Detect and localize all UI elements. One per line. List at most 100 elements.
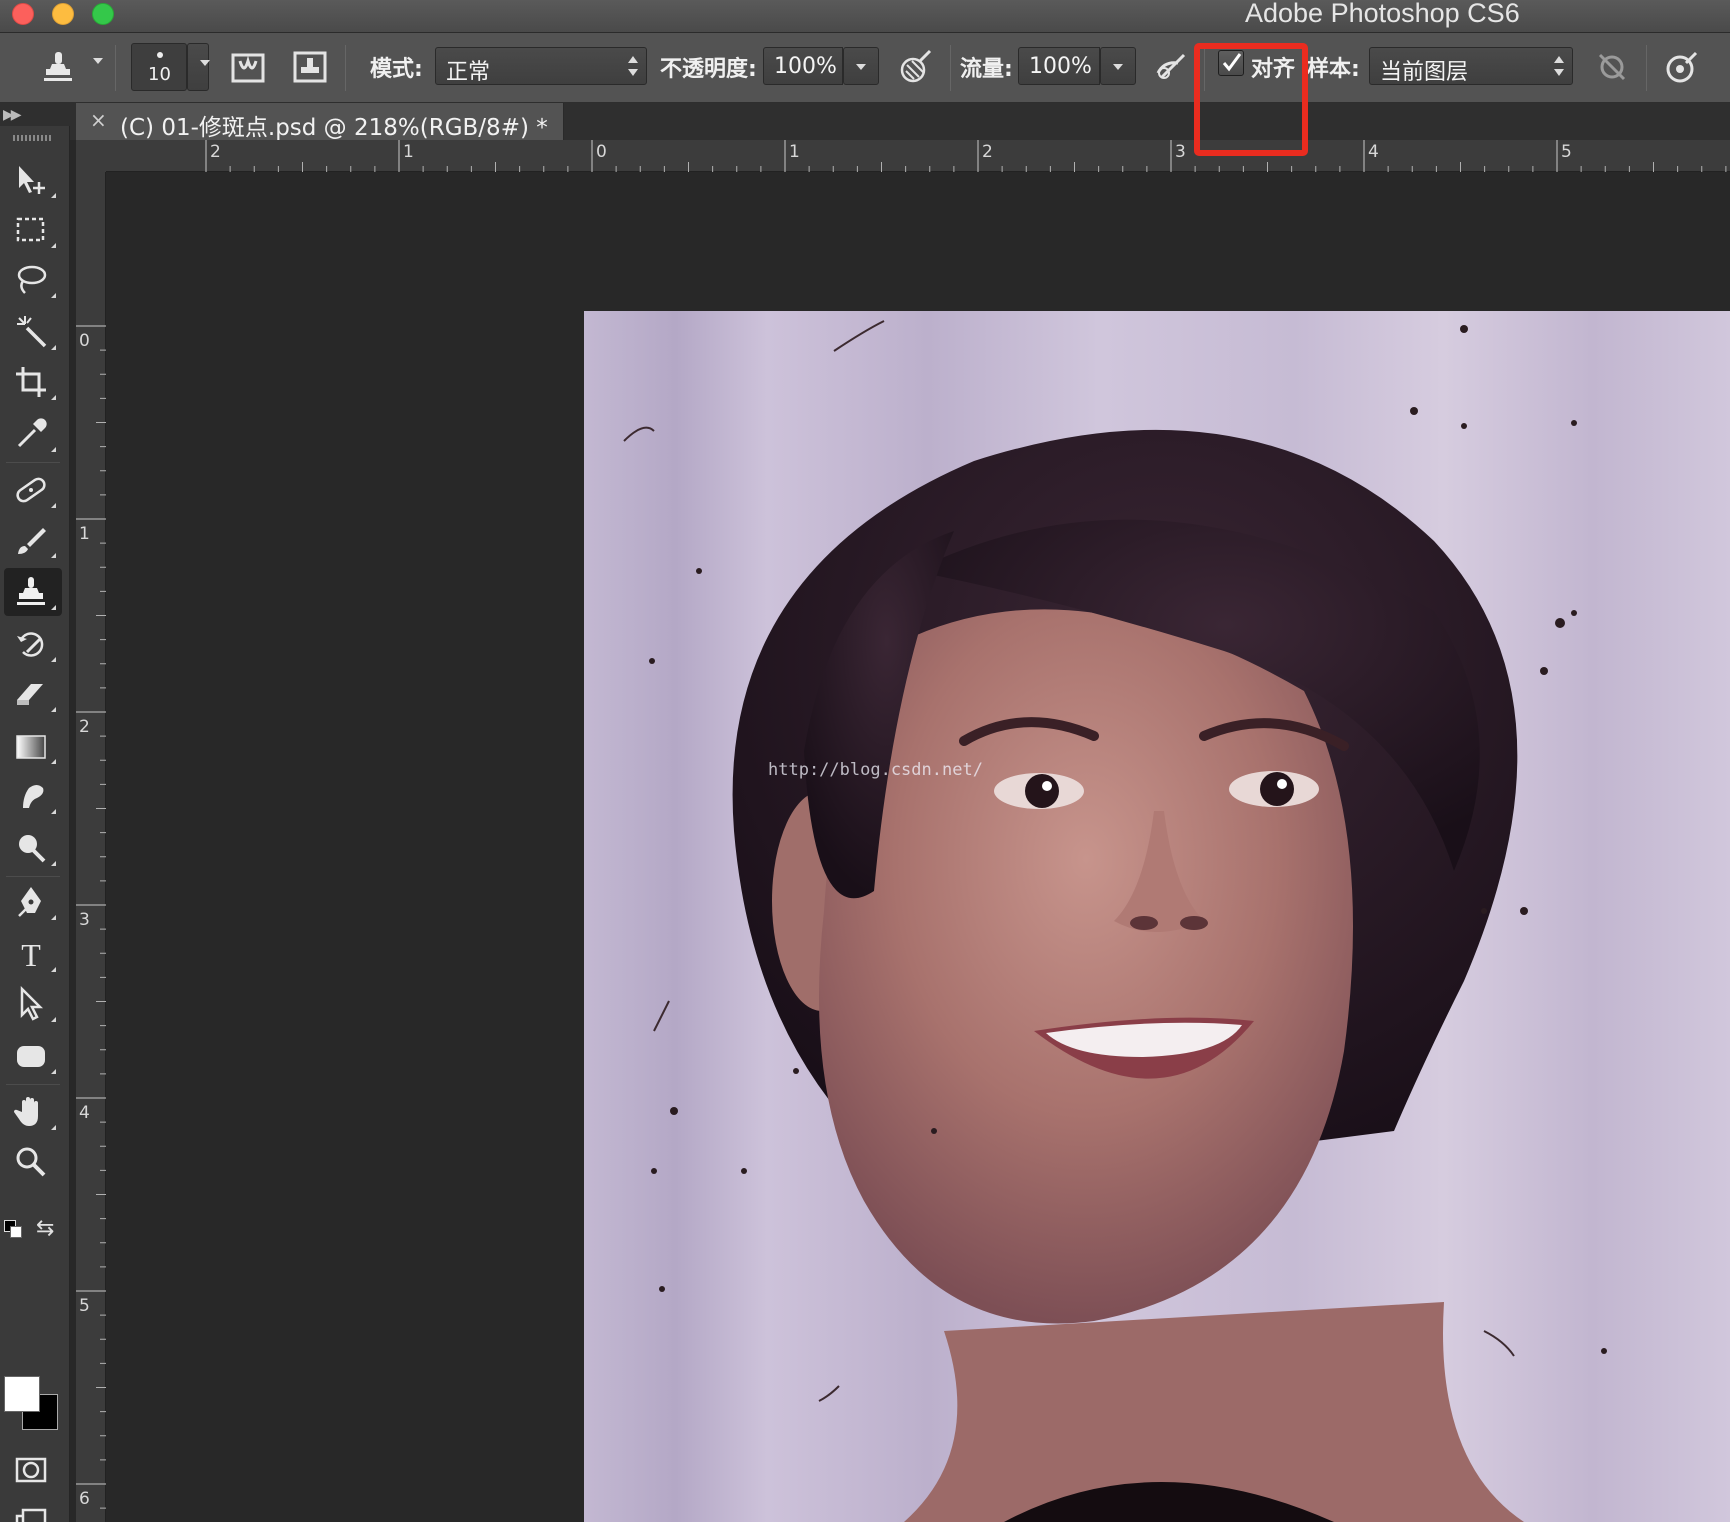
dodge-icon xyxy=(19,835,46,863)
hand-icon xyxy=(13,1097,38,1126)
sample-label: 样本: xyxy=(1307,57,1360,82)
move-tool[interactable] xyxy=(4,156,62,204)
tab-close-button[interactable]: × xyxy=(90,108,107,132)
crop-icon xyxy=(16,367,46,397)
ruler-label: 1 xyxy=(79,524,90,544)
toggle-clone-source-panel-button[interactable] xyxy=(290,47,330,87)
opacity-slider-dropdown[interactable] xyxy=(843,47,879,85)
watermark-text: http://blog.csdn.net/ xyxy=(768,760,983,780)
clone-stamp-icon xyxy=(44,52,72,81)
brush-tip-icon xyxy=(157,52,163,58)
brush-size-dropdown[interactable] xyxy=(187,43,210,91)
clone-stamp-icon xyxy=(17,577,45,605)
magic-wand-icon xyxy=(17,316,47,348)
pressure-opacity-button[interactable] xyxy=(896,47,936,87)
magic-wand-tool[interactable] xyxy=(4,308,62,356)
ruler-label: 6 xyxy=(79,1489,90,1509)
eraser-icon xyxy=(17,684,43,705)
portrait-photo xyxy=(584,311,1730,1522)
eyedropper-tool[interactable] xyxy=(4,410,62,458)
airbrush-button[interactable] xyxy=(1152,47,1192,87)
checkmark-icon xyxy=(1222,53,1242,72)
window-close-button[interactable] xyxy=(12,3,34,25)
toggle-brush-panel-button[interactable] xyxy=(228,47,268,87)
document-tab[interactable]: × (C) 01-修斑点.psd @ 218%(RGB/8#) * xyxy=(76,103,564,141)
eraser-tool[interactable] xyxy=(4,670,62,718)
brush-tool[interactable] xyxy=(4,516,62,564)
canvas-area[interactable]: http://blog.csdn.net/ xyxy=(106,172,1730,1522)
mode-select[interactable]: 正常 xyxy=(435,47,647,85)
screen-mode-button[interactable] xyxy=(4,1498,62,1522)
ruler-label: 2 xyxy=(982,142,993,162)
ruler-label: 4 xyxy=(79,1103,90,1123)
select-arrows-icon xyxy=(1554,56,1564,76)
clone-source-icon xyxy=(293,51,327,83)
toolbox: T ⇆ xyxy=(0,126,70,1522)
opacity-input[interactable]: 100% xyxy=(763,47,843,85)
ruler-label: 1 xyxy=(403,142,414,162)
hand-tool[interactable] xyxy=(4,1088,62,1136)
lasso-tool[interactable] xyxy=(4,256,62,304)
ruler-label: 3 xyxy=(79,910,90,930)
tool-preset-picker[interactable] xyxy=(38,47,78,87)
shape-tool[interactable] xyxy=(4,1032,62,1080)
sample-select[interactable]: 当前图层 xyxy=(1369,47,1573,85)
mode-label: 模式: xyxy=(370,57,423,82)
quick-mask-button[interactable] xyxy=(4,1446,62,1494)
aligned-label[interactable]: 对齐 xyxy=(1251,51,1295,83)
gradient-tool[interactable] xyxy=(4,722,62,770)
zoom-tool[interactable] xyxy=(4,1138,62,1186)
brush-panel-icon xyxy=(231,53,265,83)
flow-input[interactable]: 100% xyxy=(1018,47,1100,85)
flow-label: 流量: xyxy=(960,57,1013,82)
clone-stamp-tool[interactable] xyxy=(4,568,62,616)
healing-brush-tool[interactable] xyxy=(4,466,62,514)
swap-colors-icon[interactable]: ⇆ xyxy=(36,1216,54,1241)
document-tab-bar: ▶▶ × (C) 01-修斑点.psd @ 218%(RGB/8#) * xyxy=(0,103,1730,141)
document-image[interactable] xyxy=(584,311,1730,1522)
dodge-tool[interactable] xyxy=(4,824,62,872)
airbrush-icon xyxy=(1156,53,1186,79)
history-brush-tool[interactable] xyxy=(4,620,62,668)
default-colors-icon[interactable] xyxy=(4,1220,24,1240)
history-brush-icon xyxy=(17,632,44,657)
document-tab-title: (C) 01-修斑点.psd @ 218%(RGB/8#) * xyxy=(120,115,548,141)
app-title: Adobe Photoshop CS6 xyxy=(1245,0,1520,28)
smudge-tool[interactable] xyxy=(4,772,62,820)
smudge-icon xyxy=(23,785,44,808)
opacity-label: 不透明度: xyxy=(660,57,757,82)
aligned-checkbox[interactable] xyxy=(1218,50,1244,76)
foreground-color-swatch[interactable] xyxy=(4,1376,40,1412)
pen-tool[interactable] xyxy=(4,878,62,926)
marquee-tool[interactable] xyxy=(4,206,62,254)
path-selection-tool[interactable] xyxy=(4,980,62,1028)
ruler-label: 5 xyxy=(1561,142,1572,162)
path-selection-icon xyxy=(20,986,44,1021)
ruler-origin[interactable] xyxy=(76,140,106,172)
ruler-label: 2 xyxy=(210,142,221,162)
ignore-adjustment-layers-button[interactable] xyxy=(1592,47,1632,87)
ignore-adjustment-icon xyxy=(1598,53,1626,81)
crop-tool[interactable] xyxy=(4,358,62,406)
select-arrows-icon xyxy=(628,56,638,76)
toolbox-grip[interactable] xyxy=(13,135,53,141)
tool-preset-dropdown-icon[interactable] xyxy=(93,58,103,64)
vertical-ruler[interactable]: 0 1 2 3 4 5 6 xyxy=(76,172,106,1522)
pressure-size-button[interactable] xyxy=(1662,47,1702,87)
brush-preset-picker[interactable]: 10 xyxy=(131,43,187,91)
flow-slider-dropdown[interactable] xyxy=(1100,47,1136,85)
collapse-panels-icon[interactable]: ▶▶ xyxy=(3,107,21,123)
screen-mode-icon xyxy=(15,1508,47,1522)
ruler-label: 0 xyxy=(79,331,90,351)
title-bar: Adobe Photoshop CS6 xyxy=(0,0,1730,33)
ruler-label: 3 xyxy=(1175,142,1186,162)
window-maximize-button[interactable] xyxy=(92,3,114,25)
gradient-icon xyxy=(16,735,46,759)
window-minimize-button[interactable] xyxy=(52,3,74,25)
rounded-rectangle-icon xyxy=(17,1046,45,1067)
type-tool[interactable]: T xyxy=(4,930,62,978)
eyedropper-icon xyxy=(17,418,47,448)
pen-pressure-icon xyxy=(900,49,932,83)
horizontal-ruler[interactable]: 2 1 0 1 2 3 4 5 xyxy=(106,140,1730,172)
type-icon: T xyxy=(21,937,41,972)
